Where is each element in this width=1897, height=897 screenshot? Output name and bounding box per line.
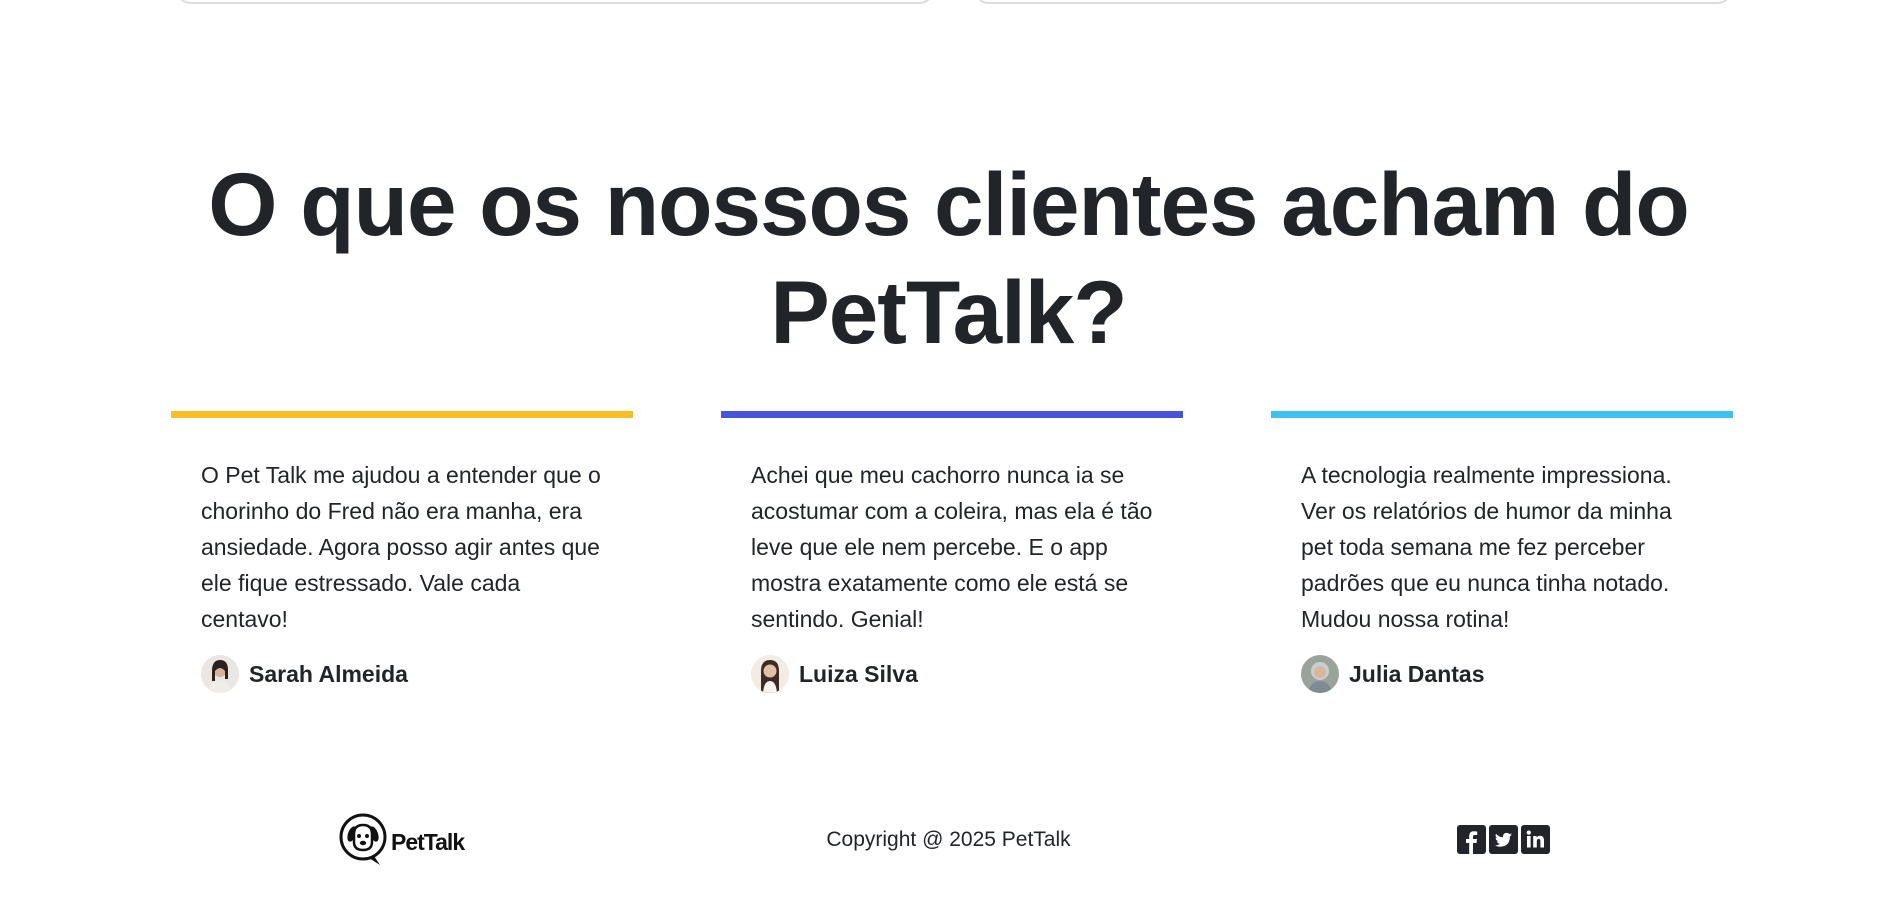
author-name: Julia Dantas <box>1349 660 1485 687</box>
author-name: Sarah Almeida <box>249 660 408 687</box>
testimonials-list: O Pet Talk me ajudou a entender que o ch… <box>171 411 1733 701</box>
testimonial-author: Luiza Silva <box>751 655 1183 693</box>
avatar <box>201 655 239 693</box>
testimonial-quote: A tecnologia realmente impressiona. Ver … <box>1301 462 1672 632</box>
twitter-icon[interactable] <box>1489 825 1518 859</box>
facebook-icon[interactable] <box>1457 825 1486 859</box>
testimonial-card: O Pet Talk me ajudou a entender que o ch… <box>171 411 633 693</box>
author-name: Luiza Silva <box>799 660 918 687</box>
testimonial-card: A tecnologia realmente impressiona. Ver … <box>1271 411 1733 693</box>
testimonial-author: Sarah Almeida <box>201 655 633 693</box>
previous-section-cards <box>0 0 1897 4</box>
accent-bar <box>1271 411 1733 418</box>
linkedin-icon[interactable] <box>1521 825 1550 859</box>
testimonial-card: Achei que meu cachorro nunca ia se acost… <box>721 411 1183 693</box>
avatar <box>1301 655 1339 693</box>
accent-bar <box>171 411 633 418</box>
card-bottom-edge-right <box>973 0 1733 4</box>
testimonial-author: Julia Dantas <box>1301 655 1733 693</box>
accent-bar <box>721 411 1183 418</box>
card-bottom-edge-left <box>175 0 935 4</box>
section-heading: O que os nossos clientes acham do PetTal… <box>208 154 1689 362</box>
testimonial-quote: Achei que meu cachorro nunca ia se acost… <box>751 462 1153 632</box>
testimonial-quote: O Pet Talk me ajudou a entender que o ch… <box>201 462 601 632</box>
avatar <box>751 655 789 693</box>
copyright-text: Copyright @ 2025 PetTalk <box>826 828 1071 851</box>
social-links <box>1457 825 1550 859</box>
footer: PetTalk Copyright @ 2025 PetTalk <box>0 812 1897 872</box>
